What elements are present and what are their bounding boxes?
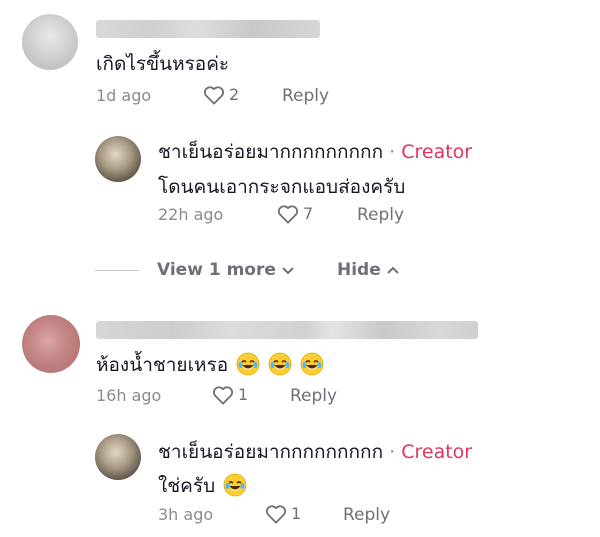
reply-text-2-body: ใช่ครับ (158, 475, 216, 497)
comment-time-1: 1d ago (96, 86, 152, 105)
laughing-tears-emoji (268, 352, 292, 376)
like-button-2[interactable]: 1 (212, 385, 248, 405)
laughing-tears-emoji (300, 352, 324, 376)
heart-outline-icon (212, 386, 234, 405)
badge-separator-2: · (389, 441, 396, 463)
reply-like-count-1: 7 (303, 204, 314, 223)
reply-text-1: โดนคนเอากระจกแอบส่องครับ (158, 176, 406, 198)
reply-reply-button-1[interactable]: Reply (357, 205, 404, 225)
reply-time-2: 3h ago (158, 505, 214, 524)
avatar-commenter-2[interactable] (22, 315, 80, 373)
like-count-2: 1 (238, 385, 249, 404)
chevron-down-icon (282, 267, 294, 275)
laughing-tears-emoji (236, 352, 260, 376)
like-button-1[interactable]: 2 (203, 85, 239, 105)
creator-badge-2: Creator (401, 441, 473, 463)
creator-username-1[interactable]: ชาเย็นอร่อยมากกกกกกกกก (158, 141, 383, 163)
username-blurred-1[interactable] (96, 20, 320, 38)
hide-button[interactable]: Hide (337, 260, 401, 280)
avatar-commenter-1[interactable] (22, 14, 78, 70)
creator-username-line-1[interactable]: ชาเย็นอร่อยมากกกกกกกกก · Creator (158, 140, 472, 164)
reply-like-button-1[interactable]: 7 (277, 204, 313, 224)
view-more-label: View 1 more (157, 260, 276, 280)
creator-username-2[interactable]: ชาเย็นอร่อยมากกกกกกกกก (158, 441, 383, 463)
view-more-button[interactable]: View 1 more (157, 260, 296, 280)
reply-like-button-2[interactable]: 1 (265, 504, 301, 524)
reply-time-1: 22h ago (158, 205, 224, 224)
laughing-tears-emoji (223, 473, 247, 497)
comment-text-2: ห้องน้ำชายเหรอ (96, 352, 324, 377)
creator-badge-1: Creator (401, 141, 473, 163)
reply-button-2[interactable]: Reply (290, 386, 337, 406)
reply-like-count-2: 1 (291, 504, 302, 523)
avatar-creator-1[interactable] (95, 136, 141, 182)
creator-username-line-2[interactable]: ชาเย็นอร่อยมากกกกกกกกก · Creator (158, 440, 472, 464)
hide-label: Hide (337, 260, 381, 280)
reply-text-2: ใช่ครับ (158, 473, 247, 498)
heart-outline-icon (277, 205, 299, 224)
heart-outline-icon (265, 505, 287, 524)
like-count-1: 2 (229, 85, 240, 104)
comment-text-1: เกิดไรขึ้นหรอค่ะ (96, 53, 230, 75)
heart-outline-icon (203, 86, 225, 105)
reply-button-1[interactable]: Reply (282, 86, 329, 106)
avatar-creator-2[interactable] (95, 434, 141, 480)
username-blurred-2[interactable] (96, 321, 478, 339)
thread-divider (95, 270, 139, 271)
comment-text-2-body: ห้องน้ำชายเหรอ (96, 354, 229, 376)
badge-separator-1: · (389, 141, 396, 163)
comment-time-2: 16h ago (96, 386, 162, 405)
chevron-up-icon (387, 266, 399, 274)
reply-reply-button-2[interactable]: Reply (343, 505, 390, 525)
